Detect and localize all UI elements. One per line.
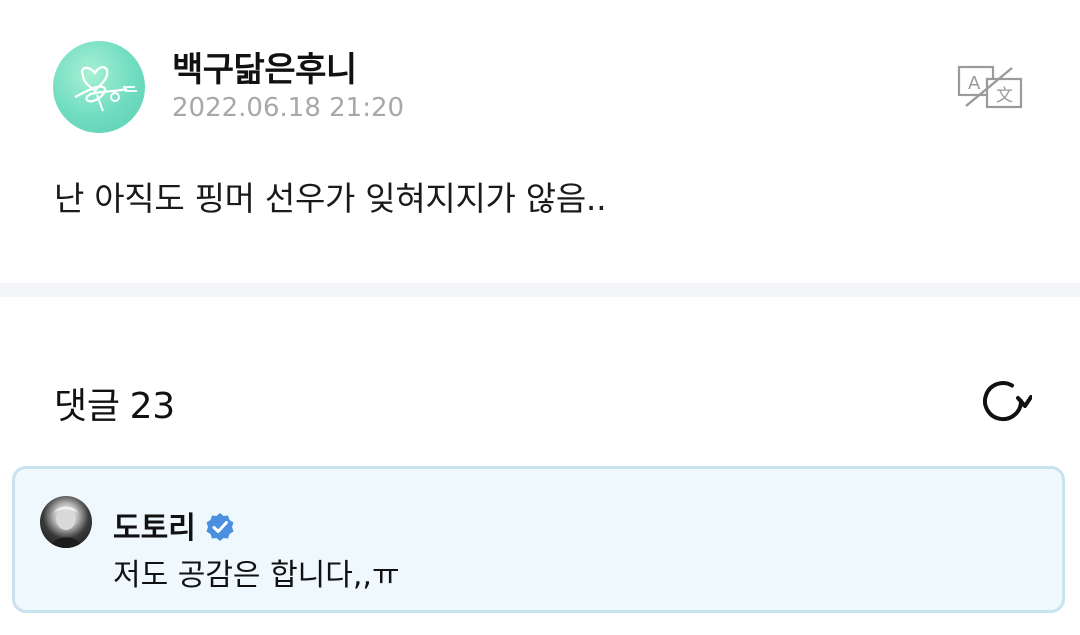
post-timestamp: 2022.06.18 21:20 — [172, 93, 405, 123]
svg-text:文: 文 — [996, 86, 1013, 106]
commenter-name-label[interactable]: 도토리 — [113, 511, 196, 546]
svg-text:A: A — [968, 73, 981, 94]
comment-card[interactable]: 도토리 저도 공감은 합니다,,ㅠ — [12, 466, 1065, 613]
avatar-photo — [50, 506, 82, 548]
commenter-name: 도토리 — [113, 503, 236, 547]
refresh-icon — [983, 381, 1033, 422]
author-avatar[interactable] — [53, 41, 145, 133]
comments-header: 댓글 23 — [54, 377, 175, 429]
comment-text: 저도 공감은 합니다,,ㅠ — [113, 558, 400, 593]
section-divider — [0, 283, 1080, 297]
comments-label: 댓글 — [54, 386, 120, 427]
refresh-button[interactable] — [974, 372, 1033, 430]
post-body: 난 아직도 핑머 선우가 잊혀지지가 않음.. — [54, 179, 607, 218]
commenter-avatar[interactable] — [40, 496, 92, 548]
signature-logo — [74, 66, 137, 112]
translate-icon: A 文 — [957, 65, 1023, 109]
verified-badge-icon — [204, 511, 236, 543]
post: 백구닮은후니 2022.06.18 21:20 A 文 난 아직도 핑머 선우가… — [0, 0, 1080, 283]
author-name[interactable]: 백구닮은후니 — [172, 42, 357, 91]
translate-button[interactable]: A 文 — [956, 63, 1024, 111]
comments-count: 23 — [129, 386, 176, 427]
